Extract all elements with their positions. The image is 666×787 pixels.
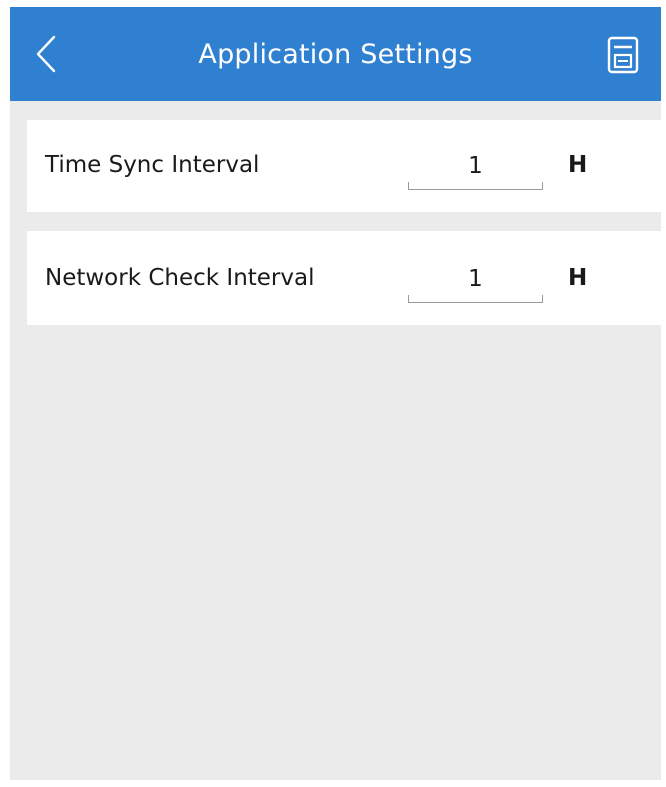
setting-row-time-sync: Time Sync Interval H <box>27 120 661 212</box>
setting-row-network-check: Network Check Interval H <box>27 231 661 325</box>
network-check-input-underline <box>408 295 543 303</box>
page-title: Application Settings <box>198 39 473 70</box>
time-sync-input-underline <box>408 182 543 190</box>
time-sync-unit: H <box>568 152 588 178</box>
network-check-unit: H <box>568 265 588 291</box>
time-sync-label: Time Sync Interval <box>45 152 260 178</box>
save-icon <box>607 36 639 74</box>
app-screen: Application Settings Time Sync Interval … <box>10 7 661 780</box>
header-bar: Application Settings <box>10 7 661 101</box>
time-sync-input[interactable] <box>408 150 543 182</box>
network-check-label: Network Check Interval <box>45 265 315 291</box>
save-button[interactable] <box>606 35 640 75</box>
network-check-input[interactable] <box>408 263 543 295</box>
